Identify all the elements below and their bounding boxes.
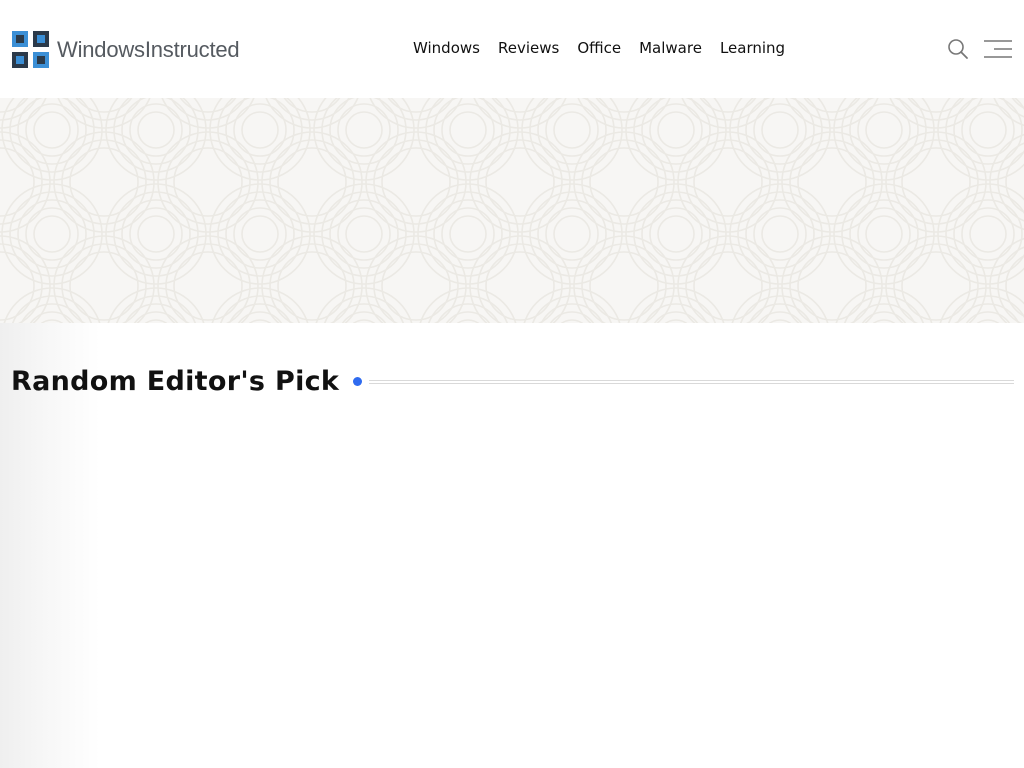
section-heading: Random Editor's Pick [11, 366, 1014, 397]
nav-item-malware[interactable]: Malware [630, 37, 711, 59]
site-logo-text: WindowsInstructed [57, 36, 240, 62]
menu-button[interactable] [983, 38, 1013, 60]
section-divider [369, 379, 1014, 384]
site-logo[interactable]: WindowsInstructed [12, 31, 240, 68]
main-nav: Windows Reviews Office Malware Learning [404, 37, 794, 59]
section-title: Random Editor's Pick [11, 366, 340, 397]
hero-banner [0, 98, 1024, 323]
section-accent-dot [353, 377, 363, 386]
nav-item-office[interactable]: Office [568, 37, 630, 59]
windows-squares-logo-icon [12, 31, 49, 68]
search-icon [948, 39, 968, 59]
hamburger-menu-icon [984, 40, 1012, 58]
banner-pattern [0, 98, 1024, 323]
site-header: WindowsInstructed Windows Reviews Office… [0, 0, 1024, 98]
search-button[interactable] [947, 38, 969, 60]
nav-item-learning[interactable]: Learning [711, 37, 794, 59]
nav-item-windows[interactable]: Windows [404, 37, 489, 59]
nav-item-reviews[interactable]: Reviews [489, 37, 568, 59]
